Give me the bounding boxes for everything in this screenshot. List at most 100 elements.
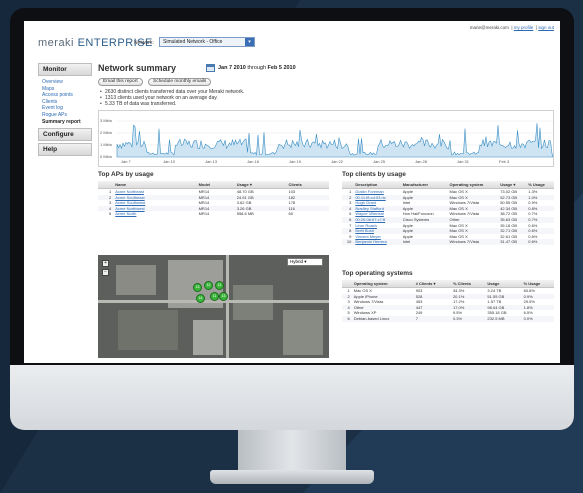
column-header[interactable]: Name (113, 181, 197, 189)
sidebar-item-overview[interactable]: Overview (42, 79, 88, 86)
column-header[interactable]: % Usage (526, 181, 554, 189)
column-header[interactable]: Model (196, 181, 235, 189)
top-aps-table: Name Model Usage ▾ Clients 1 Acme Northeast M… (98, 181, 329, 217)
sidebar-item-clients[interactable]: Clients (42, 99, 88, 106)
table-cell: 31.47 GB (498, 239, 527, 245)
ap-map-pin[interactable]: 14 (196, 294, 205, 303)
sidebar-item-rogue-aps[interactable]: Rogue APs (42, 112, 88, 119)
column-header[interactable]: Operating system (447, 181, 499, 189)
zoom-in-icon[interactable]: + (102, 260, 109, 267)
chevron-down-icon: ▾ (245, 38, 254, 46)
network-select[interactable]: Simulated Network - Office ▾ (159, 37, 255, 47)
top-bar: meraki ENTERPRISE Network: Simulated Net… (24, 21, 560, 59)
table-cell: 10 (342, 239, 354, 245)
top-os-title: Top operating systems (342, 270, 413, 277)
x-axis-label: Jan 13 (205, 159, 218, 164)
ap-map-pin[interactable]: 11 (215, 281, 224, 290)
x-axis-label: Jan 10 (163, 159, 176, 164)
map-road (226, 255, 229, 358)
os-row: 6 Debian-based Linux 7 0.3% 232.5 MB 0.0% (342, 315, 554, 322)
map-zoom-control[interactable]: + − (102, 260, 110, 290)
table-cell: 5 (109, 211, 112, 217)
schedule-emails-button[interactable]: Schedule monthly emails (148, 78, 212, 86)
x-axis-label: Jan 28 (415, 159, 428, 164)
table-cell: 0.0% (521, 315, 554, 322)
table-cell: 6 (342, 315, 352, 322)
sidebar-item-access-points[interactable]: Access points (42, 92, 88, 99)
table-cell: 0.3% (450, 315, 486, 322)
ap-map[interactable]: + − Hybrid ▾ 13 12 11 14 11 13 (98, 255, 329, 358)
x-axis-label: Jan 25 (373, 159, 386, 164)
screen: meraki ENTERPRISE Network: Simulated Net… (24, 21, 560, 363)
network-label: Network: (134, 40, 154, 46)
x-axis-label: Jan 7 (121, 159, 131, 164)
table-cell: Intel (400, 239, 448, 245)
map-building (283, 310, 323, 355)
row-link[interactable]: Acme North (113, 211, 196, 217)
date-through: through (247, 65, 267, 71)
ap-map-pin[interactable]: 12 (204, 281, 213, 290)
monitor-menu: Overview Maps Access points Clients Even… (38, 78, 92, 128)
top-os-table: Operating system # Clients ▾% Clients Usag… (342, 280, 554, 322)
table-cell: MR14 (198, 211, 210, 217)
column-header[interactable]: Description (353, 181, 401, 189)
column-header[interactable]: Usage ▾ (498, 181, 527, 189)
monitor-chin (10, 365, 574, 430)
table-cell: 232.5 MB (485, 315, 522, 322)
summary-item: 5.33 TB of data was transferred. (100, 101, 244, 107)
monitor-stand-neck (238, 430, 346, 472)
ap-map-pin[interactable]: 13 (219, 292, 228, 301)
calendar-icon[interactable] (206, 64, 215, 72)
column-header[interactable]: % Clients (450, 280, 486, 288)
table-cell: 7 (413, 315, 451, 322)
date-from: Jan 7 2010 (218, 65, 246, 71)
top-clients-title: Top clients by usage (342, 171, 406, 178)
sidebar: Monitor Overview Maps Access points Clie… (38, 63, 92, 158)
date-to: Feb 5 2010 (267, 65, 296, 71)
x-axis-label: Jan 31 (457, 159, 470, 164)
x-axis-label: Jan 22 (331, 159, 344, 164)
column-header[interactable]: Usage ▾ (234, 181, 287, 189)
x-axis-label: Feb 3 (499, 159, 510, 164)
monitor-bezel: meraki ENTERPRISE Network: Simulated Net… (10, 8, 574, 430)
table-cell: 558.6 MB (236, 211, 254, 217)
my-profile-link[interactable]: my profile (514, 25, 534, 30)
column-header[interactable]: Clients (286, 181, 329, 189)
user-email: marie@meraki.com (469, 25, 509, 30)
email-report-button[interactable]: Email this report (98, 78, 143, 86)
table-cell: Debian-based Linux (351, 315, 414, 322)
sidebar-section-help[interactable]: Help (38, 143, 92, 157)
table-cell: 60 (288, 211, 293, 217)
client-row: 10 Benjamin Herrera Intel Windows 7/Vista 31… (342, 239, 554, 245)
monitor-stand-foot (210, 470, 374, 484)
column-header[interactable]: # Clients ▾ (413, 280, 451, 288)
top-aps-title: Top APs by usage (98, 171, 154, 178)
x-axis-label: Jan 16 (247, 159, 260, 164)
usage-series-line (116, 123, 554, 158)
column-header[interactable] (98, 181, 114, 189)
map-building (116, 265, 156, 295)
date-range[interactable]: Jan 7 2010 through Feb 5 2010 (218, 65, 296, 71)
page-title: Network summary (98, 63, 177, 73)
summary-list: 2630 distinct clients transferred data o… (100, 89, 244, 107)
map-building (118, 310, 178, 350)
column-header[interactable]: Manufacturer (400, 181, 448, 189)
sidebar-item-maps[interactable]: Maps (42, 86, 88, 93)
ap-map-pin[interactable]: 13 (193, 283, 202, 292)
column-header[interactable] (342, 280, 352, 288)
ap-map-pin[interactable]: 11 (210, 292, 219, 301)
column-header[interactable]: Usage (485, 280, 522, 288)
ap-row: 5 Acme North MR14 558.6 MB 60 (98, 211, 329, 217)
sidebar-section-configure[interactable]: Configure (38, 128, 92, 142)
column-header[interactable]: % Usage (521, 280, 554, 288)
sidebar-item-event-log[interactable]: Event log (42, 105, 88, 112)
usage-graph: 3 Mb/s 2 Mb/s 1 Mb/s 0 Mb/s Jan 7 Jan 10… (98, 110, 554, 167)
column-header[interactable] (342, 181, 354, 189)
sidebar-item-summary-report[interactable]: Summary report (42, 119, 86, 126)
map-type-select[interactable]: Hybrid ▾ (287, 258, 323, 266)
zoom-out-icon[interactable]: − (102, 269, 109, 276)
column-header[interactable]: Operating system (351, 280, 414, 288)
sidebar-section-monitor[interactable]: Monitor (38, 63, 92, 76)
row-link[interactable]: Benjamin Herrera (353, 239, 401, 245)
sign-out-link[interactable]: sign out (538, 25, 554, 30)
